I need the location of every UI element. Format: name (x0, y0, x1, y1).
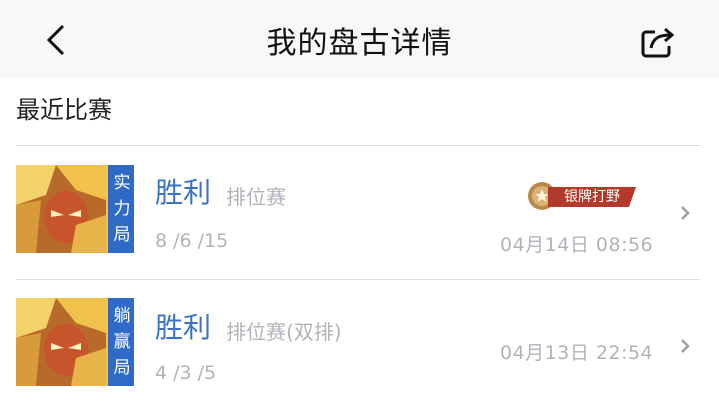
chevron-right-icon (681, 339, 690, 353)
hero-portrait-image (16, 298, 106, 386)
share-icon (641, 27, 675, 58)
mode-tag-char: 躺 (113, 306, 131, 326)
mode-tag-char: 赢 (113, 332, 131, 352)
mode-tag-char: 力 (113, 199, 131, 219)
divider (16, 279, 700, 280)
match-result: 胜利 (155, 311, 212, 344)
match-row[interactable]: 躺 赢 局 胜利 排位赛(双排) 4 /3 /5 04月13日 22:54 (0, 298, 719, 418)
chevron-right-icon (681, 206, 690, 220)
match-result: 胜利 (155, 176, 212, 209)
hero-avatar: 实 力 局 (16, 165, 134, 253)
match-datetime: 04月14日 08:56 (500, 234, 654, 256)
match-kda: 4 /3 /5 (155, 362, 217, 384)
badge-label: 银牌打野 (548, 187, 636, 207)
divider (16, 145, 700, 146)
share-button[interactable] (638, 22, 678, 62)
mode-tag: 躺 赢 局 (106, 298, 134, 386)
section-title: 最近比赛 (16, 96, 112, 124)
mode-tag-char: 局 (113, 225, 131, 245)
hero-avatar: 躺 赢 局 (16, 298, 134, 386)
mode-tag: 实 力 局 (106, 165, 134, 253)
match-mode: 排位赛 (226, 185, 286, 209)
hero-portrait-image (16, 165, 106, 253)
match-kda: 8 /6 /15 (155, 230, 229, 252)
match-mode: 排位赛(双排) (226, 320, 342, 344)
role-badge: 银牌打野 (526, 180, 638, 212)
page-title: 我的盘古详情 (266, 26, 453, 61)
match-datetime: 04月13日 22:54 (500, 342, 654, 364)
top-nav-bar: 我的盘古详情 (0, 0, 719, 78)
mode-tag-char: 实 (113, 173, 131, 193)
mode-tag-char: 局 (113, 358, 131, 378)
